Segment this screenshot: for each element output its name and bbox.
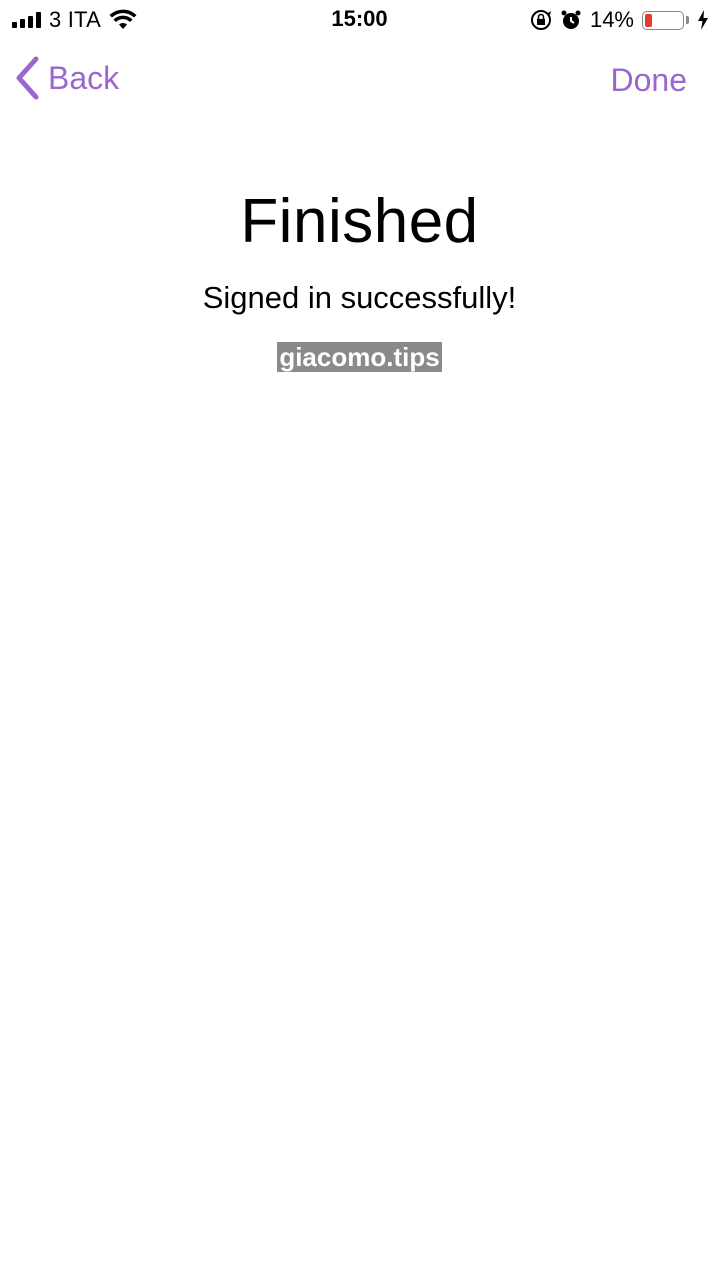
charging-icon <box>698 10 708 30</box>
rotation-lock-icon <box>530 10 551 30</box>
battery-level-fill <box>645 13 652 27</box>
done-button[interactable]: Done <box>611 62 688 99</box>
back-button[interactable]: Back <box>14 56 119 100</box>
page-title: Finished <box>240 187 479 256</box>
back-button-label: Back <box>48 59 120 96</box>
status-bar: 3 ITA 15:00 14% <box>0 0 719 40</box>
watermark-label: giacomo.tips <box>277 342 442 372</box>
screen: 3 ITA 15:00 14% Back Done Finished Signe… <box>0 0 719 1280</box>
battery-tip <box>686 16 689 24</box>
watermark-container: giacomo.tips <box>0 342 719 372</box>
battery-icon <box>642 10 684 30</box>
nav-bar: Back Done <box>0 52 719 112</box>
chevron-left-icon <box>16 56 39 100</box>
status-message: Signed in successfully! <box>202 280 517 315</box>
status-bar-right: 14% <box>530 6 709 34</box>
battery-percent: 14% <box>589 7 634 32</box>
alarm-icon <box>561 10 581 29</box>
